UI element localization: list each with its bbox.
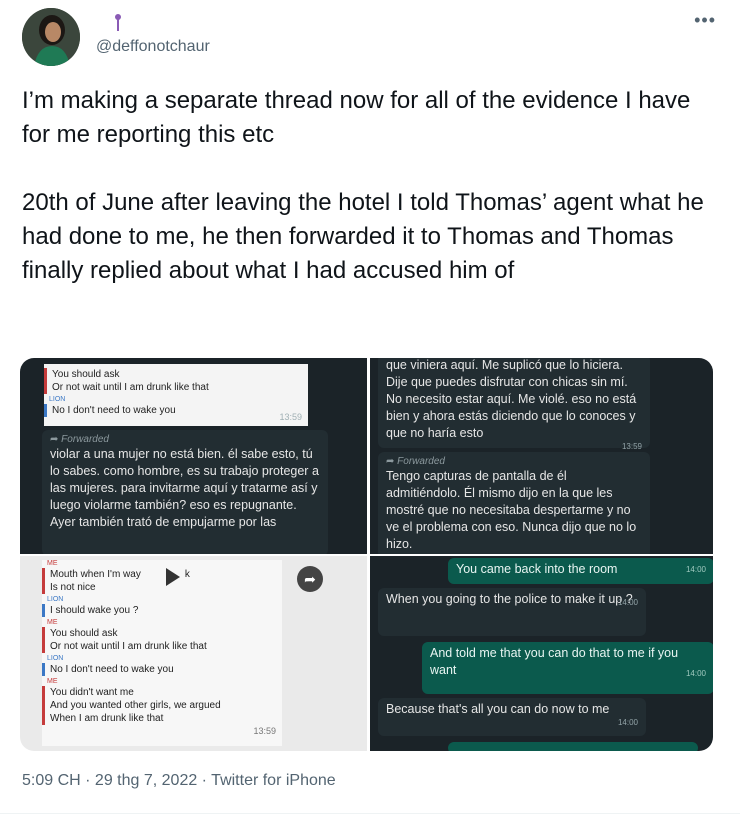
- sender-label: LION: [49, 396, 66, 403]
- chat-text: And you wanted other girls, we argued: [50, 700, 221, 711]
- sender-label: ME: [47, 619, 58, 626]
- tweet-paragraph: I’m making a separate thread now for all…: [22, 87, 691, 148]
- chat-text: You should ask: [50, 628, 118, 639]
- tweet-date[interactable]: 29 thg 7, 2022: [95, 772, 197, 789]
- message-text: You came back into the room: [456, 562, 618, 576]
- quoted-chat-card: You should ask Or not wait until I am dr…: [44, 364, 308, 426]
- sender-label: LION: [47, 655, 64, 662]
- separator: ·: [80, 772, 95, 789]
- message-bubble: que viniera aquí. Me suplicó que lo hici…: [378, 358, 650, 451]
- play-icon[interactable]: [166, 568, 180, 586]
- chat-row: No I don't need to wake you: [44, 404, 308, 417]
- divider: [0, 813, 740, 814]
- message-bubble-outgoing: And told me that you can do that to me i…: [422, 642, 713, 694]
- media-grid[interactable]: You should ask Or not wait until I am dr…: [20, 358, 713, 751]
- tweet-paragraph: 20th of June after leaving the hotel I t…: [22, 189, 704, 284]
- separator: ·: [197, 772, 212, 789]
- tweet-source[interactable]: Twitter for iPhone: [211, 772, 336, 789]
- tweet-time[interactable]: 5:09 CH: [22, 772, 81, 789]
- chat-text: You should ask: [52, 369, 120, 380]
- message-text: Because that's all you can do now to me: [386, 702, 610, 716]
- chat-row: Mouth when I'm way k Is not nice: [42, 568, 282, 594]
- chat-text: Or not wait until I am drunk like that: [52, 382, 209, 393]
- chat-text: Or not wait until I am drunk like that: [50, 641, 207, 652]
- media-image-4[interactable]: You came back into the room 14:00 When y…: [370, 556, 713, 751]
- forwarded-label: ➦ Forwarded: [50, 434, 109, 445]
- media-image-1[interactable]: You should ask Or not wait until I am dr…: [20, 358, 367, 554]
- chat-text: No I don't need to wake you: [52, 405, 176, 416]
- message-time: 14:00: [685, 565, 706, 574]
- chat-text: Mouth when I'm way: [50, 569, 141, 580]
- more-options-icon[interactable]: •••: [694, 10, 716, 31]
- chat-row: You should ask Or not wait until I am dr…: [42, 627, 282, 653]
- forwarded-message: ➦ Forwarded violar a una mujer no está b…: [42, 430, 328, 554]
- sender-label: LION: [47, 596, 64, 603]
- share-arrow-icon[interactable]: ➦: [297, 566, 323, 592]
- message-bubble: Because that's all you can do now to me …: [378, 698, 646, 736]
- chat-row: You should ask Or not wait until I am dr…: [44, 368, 308, 394]
- chat-text: I should wake you ?: [50, 605, 139, 616]
- message-bubble-outgoing: You came back into the room 14:00: [448, 558, 713, 584]
- chat-text: When I am drunk like that: [50, 713, 164, 724]
- sender-label: ME: [47, 560, 58, 567]
- pin-icon: [115, 14, 121, 31]
- tweet-metadata: 5:09 CH · 29 thg 7, 2022 · Twitter for i…: [22, 772, 336, 790]
- message-text: When you going to the police to make it …: [386, 592, 633, 606]
- forwarded-message: ➦ Forwarded Tengo capturas de pantalla d…: [378, 452, 650, 554]
- message-bubble-outgoing: [448, 742, 698, 751]
- quoted-chat-card: ME Mouth when I'm way k Is not nice LION …: [42, 560, 282, 746]
- message-text: violar a una mujer no está bien. él sabe…: [50, 447, 319, 529]
- forwarded-label: ➦ Forwarded: [386, 456, 445, 467]
- media-image-2[interactable]: que viniera aquí. Me suplicó que lo hici…: [370, 358, 713, 554]
- tweet-header: @deffonotchaur •••: [22, 8, 722, 70]
- media-image-3[interactable]: ME Mouth when I'm way k Is not nice LION …: [20, 556, 367, 751]
- message-time: 13:59: [253, 726, 276, 736]
- message-text: Tengo capturas de pantalla de él admitié…: [386, 469, 637, 551]
- message-time: 14:00: [685, 669, 706, 678]
- chat-row: No I don't need to wake you: [42, 663, 282, 676]
- message-time: 14:00: [617, 718, 638, 727]
- avatar[interactable]: [22, 8, 80, 66]
- chat-text: You didn't want me: [50, 687, 134, 698]
- chat-text: No I don't need to wake you: [50, 664, 174, 675]
- message-text: que viniera aquí. Me suplicó que lo hici…: [386, 358, 637, 440]
- chat-row: You didn't want me And you wanted other …: [42, 686, 282, 725]
- tweet-text: I’m making a separate thread now for all…: [22, 84, 722, 288]
- chat-text: k: [184, 569, 190, 580]
- user-handle[interactable]: @deffonotchaur: [96, 38, 210, 56]
- sender-label: ME: [47, 678, 58, 685]
- message-time: 13:59: [621, 442, 642, 451]
- chat-row: I should wake you ?: [42, 604, 282, 617]
- message-time: 13:59: [279, 412, 302, 422]
- message-bubble: When you going to the police to make it …: [378, 588, 646, 636]
